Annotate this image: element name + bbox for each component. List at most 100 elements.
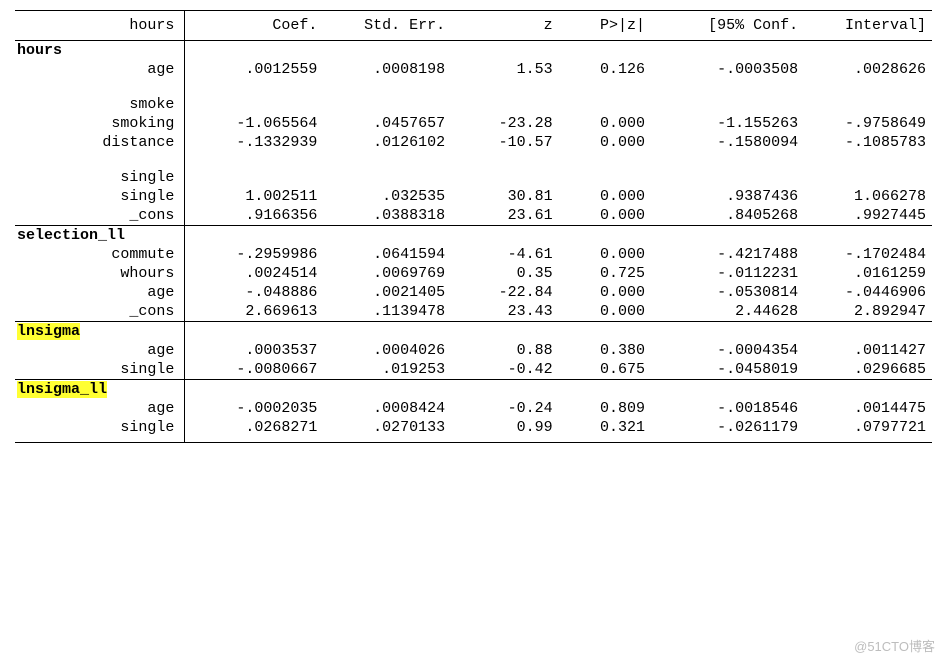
cell-value: 2.44628 (651, 302, 804, 322)
section-title: selection_ll (15, 226, 185, 246)
cell-value: -.2959986 (185, 245, 323, 264)
cell-value: 1.002511 (185, 187, 323, 206)
row-label: age (15, 60, 185, 79)
cell-value: 0.000 (559, 114, 651, 133)
table-row: age-.048886.0021405-22.840.000-.0530814-… (15, 283, 932, 302)
cell-value: 2.892947 (804, 302, 932, 322)
cell-value: .0011427 (804, 341, 932, 360)
header-depvar: hours (15, 11, 185, 41)
cell-value: -.0002035 (185, 399, 323, 418)
cell-value: .0028626 (804, 60, 932, 79)
table-row: commute-.2959986.0641594-4.610.000-.4217… (15, 245, 932, 264)
cell-value: 0.000 (559, 283, 651, 302)
table-row: smoking-1.065564.0457657-23.280.000-1.15… (15, 114, 932, 133)
cell-value: .0270133 (323, 418, 451, 443)
row-label: smoking (15, 114, 185, 133)
table-row: age-.0002035.0008424-0.240.809-.0018546.… (15, 399, 932, 418)
cell-value: -1.065564 (185, 114, 323, 133)
cell-value: 0.380 (559, 341, 651, 360)
header-col-stderr: Std. Err. (323, 11, 451, 41)
row-label: age (15, 341, 185, 360)
cell-value: .0797721 (804, 418, 932, 443)
section-title-row: selection_ll (15, 226, 932, 246)
cell-value: 0.675 (559, 360, 651, 380)
cell-value: 2.669613 (185, 302, 323, 322)
cell-value: .0296685 (804, 360, 932, 380)
table-body: hoursage.0012559.00081981.530.126-.00035… (15, 41, 932, 443)
cell-value: -.9758649 (804, 114, 932, 133)
block-subhead: single (15, 168, 185, 187)
section-title-row: hours (15, 41, 932, 61)
block-subhead-row: smoke (15, 95, 932, 114)
cell-value: -23.28 (451, 114, 559, 133)
cell-value: -0.42 (451, 360, 559, 380)
cell-value: .0457657 (323, 114, 451, 133)
cell-value: 0.88 (451, 341, 559, 360)
regression-output-table: hours Coef. Std. Err. z P>|z| [95% Conf.… (15, 10, 932, 443)
cell-value: -.0261179 (651, 418, 804, 443)
cell-value: .0003537 (185, 341, 323, 360)
row-label: _cons (15, 206, 185, 226)
row-label: age (15, 399, 185, 418)
table-row: distance-.1332939.0126102-10.570.000-.15… (15, 133, 932, 152)
row-label: single (15, 360, 185, 380)
cell-value: -.0458019 (651, 360, 804, 380)
cell-value: .0641594 (323, 245, 451, 264)
row-label: single (15, 418, 185, 443)
cell-value: .032535 (323, 187, 451, 206)
table-row: age.0012559.00081981.530.126-.0003508.00… (15, 60, 932, 79)
cell-value: -10.57 (451, 133, 559, 152)
cell-value: 30.81 (451, 187, 559, 206)
cell-value: 1.53 (451, 60, 559, 79)
cell-value: -.0003508 (651, 60, 804, 79)
header-row: hours Coef. Std. Err. z P>|z| [95% Conf.… (15, 11, 932, 41)
table-row: whours.0024514.00697690.350.725-.0112231… (15, 264, 932, 283)
cell-value: .0126102 (323, 133, 451, 152)
cell-value: .0012559 (185, 60, 323, 79)
table-row: _cons2.669613.113947823.430.0002.446282.… (15, 302, 932, 322)
watermark: @51CTO博客 (854, 636, 935, 655)
cell-value: .0014475 (804, 399, 932, 418)
cell-value: .9927445 (804, 206, 932, 226)
row-label: single (15, 187, 185, 206)
cell-value: -1.155263 (651, 114, 804, 133)
cell-value: .0268271 (185, 418, 323, 443)
cell-value: -.1332939 (185, 133, 323, 152)
section-title-row: lnsigma (15, 322, 932, 342)
row-label: age (15, 283, 185, 302)
cell-value: .0388318 (323, 206, 451, 226)
cell-value: 0.321 (559, 418, 651, 443)
cell-value: -.0080667 (185, 360, 323, 380)
cell-value: 23.43 (451, 302, 559, 322)
table-row: age.0003537.00040260.880.380-.0004354.00… (15, 341, 932, 360)
table-row: single1.002511.03253530.810.000.93874361… (15, 187, 932, 206)
section-title: lnsigma (15, 322, 185, 342)
cell-value: .9166356 (185, 206, 323, 226)
block-subhead: smoke (15, 95, 185, 114)
header-col-pz: P>|z| (559, 11, 651, 41)
section-title: hours (15, 41, 185, 61)
cell-value: .0069769 (323, 264, 451, 283)
cell-value: -.0446906 (804, 283, 932, 302)
cell-value: -0.24 (451, 399, 559, 418)
cell-value: .0008198 (323, 60, 451, 79)
header-col-coef: Coef. (185, 11, 323, 41)
cell-value: .9387436 (651, 187, 804, 206)
cell-value: .0004026 (323, 341, 451, 360)
cell-value: -.0018546 (651, 399, 804, 418)
cell-value: -.048886 (185, 283, 323, 302)
cell-value: 0.126 (559, 60, 651, 79)
row-label: commute (15, 245, 185, 264)
cell-value: -.1085783 (804, 133, 932, 152)
cell-value: -.4217488 (651, 245, 804, 264)
cell-value: -22.84 (451, 283, 559, 302)
cell-value: 0.000 (559, 133, 651, 152)
cell-value: 0.809 (559, 399, 651, 418)
table-row: single-.0080667.019253-0.420.675-.045801… (15, 360, 932, 380)
header-col-ci-lo: [95% Conf. (651, 11, 804, 41)
row-label: whours (15, 264, 185, 283)
block-subhead-row: single (15, 168, 932, 187)
cell-value: 23.61 (451, 206, 559, 226)
header-col-z: z (451, 11, 559, 41)
cell-value: -.0112231 (651, 264, 804, 283)
